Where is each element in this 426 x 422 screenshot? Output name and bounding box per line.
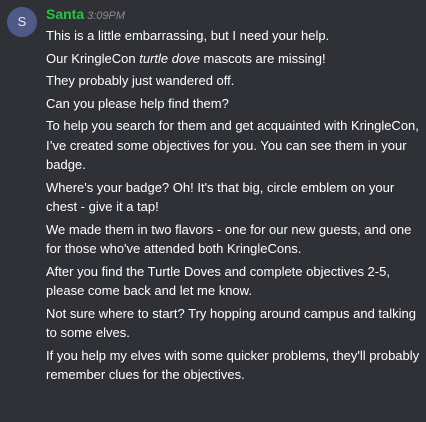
chat-message: This is a little embarrassing, but I nee…	[46, 28, 330, 43]
emphasized-text: turtle dove	[139, 50, 200, 66]
chat-message: If you help my elves with some quicker p…	[46, 347, 420, 383]
avatar[interactable]: S	[7, 7, 37, 37]
chat-message: We made them in two flavors - one for ou…	[46, 221, 412, 257]
message-list: This is a little embarrassing, but I nee…	[46, 26, 424, 388]
message-header: Santa 3:09PM	[46, 5, 125, 23]
author-name[interactable]: Santa	[46, 6, 84, 22]
chat-message: Can you please help find them?	[46, 95, 229, 111]
message-text: mascots are missing!	[199, 50, 326, 66]
chat-message: After you find the Turtle Doves and comp…	[46, 263, 390, 299]
chat-message: They probably just wandered off.	[46, 73, 235, 88]
chat-message-group: S Santa 3:09PM This is a little embarrass…	[0, 0, 426, 422]
timestamp: 3:09PM	[87, 10, 126, 22]
chat-message: Not sure where to start? Try hopping aro…	[46, 305, 416, 341]
chat-message: Our KringleCon turtle dove mascots are m…	[46, 49, 424, 69]
chat-message: To help you search for them and get acqu…	[46, 118, 419, 172]
message-text: Our KringleCon	[46, 50, 140, 66]
chat-message: Where's your badge? Oh! It's that big, c…	[46, 179, 395, 215]
